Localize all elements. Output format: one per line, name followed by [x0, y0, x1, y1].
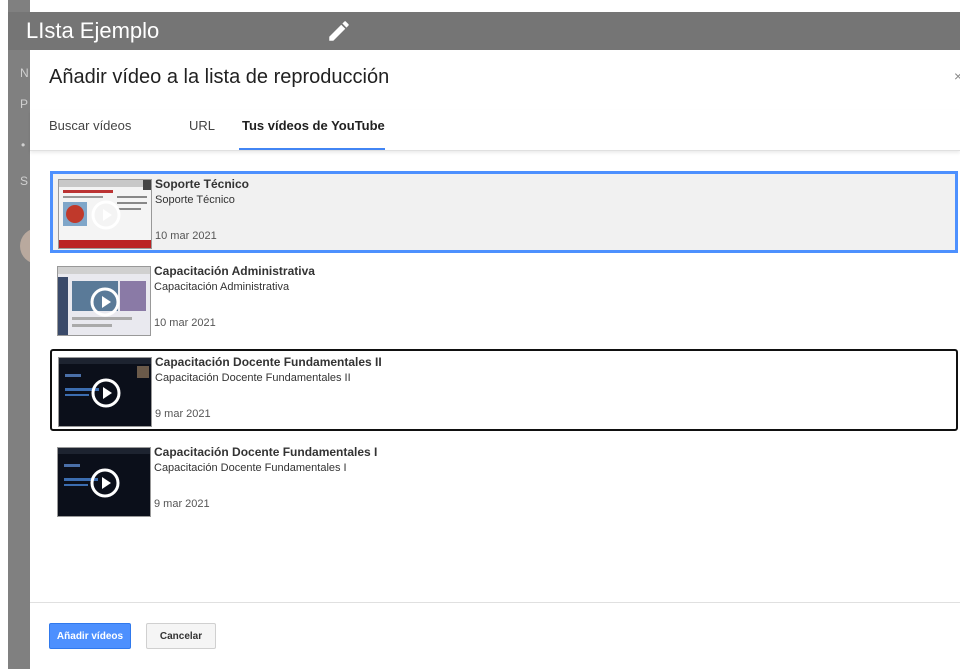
dialog-footer: Añadir vídeos Cancelar — [30, 602, 960, 670]
video-item-capacitacion-administrativa[interactable]: Capacitación Administrativa Capacitación… — [50, 259, 958, 341]
video-description: Capacitación Administrativa — [154, 281, 290, 293]
add-videos-button[interactable]: Añadir vídeos — [49, 623, 131, 649]
video-thumbnail — [57, 447, 151, 517]
video-description: Capacitación Docente Fundamentales II — [155, 372, 351, 384]
close-icon[interactable]: × — [954, 68, 960, 84]
tab-bar: Buscar vídeos URL Tus vídeos de YouTube — [30, 110, 960, 151]
dialog-title: Añadir vídeo a la lista de reproducción — [49, 66, 390, 88]
video-title: Capacitación Administrativa — [154, 264, 315, 278]
video-date: 10 mar 2021 — [154, 317, 216, 329]
play-icon — [91, 378, 121, 408]
background-text: S — [20, 174, 29, 188]
playlist-title: LIsta Ejemplo — [26, 18, 160, 43]
video-date: 10 mar 2021 — [155, 230, 217, 242]
tab-your-youtube-videos[interactable]: Tus vídeos de YouTube — [242, 118, 385, 133]
app-header: LIsta Ejemplo — [8, 12, 960, 50]
background-text: P — [20, 97, 29, 111]
edit-icon[interactable] — [326, 18, 352, 44]
video-description: Capacitación Docente Fundamentales I — [154, 462, 347, 474]
video-item-soporte-tecnico[interactable]: Soporte Técnico Soporte Técnico 10 mar 2… — [50, 171, 958, 253]
video-date: 9 mar 2021 — [155, 408, 211, 420]
video-thumbnail — [57, 266, 151, 336]
add-video-dialog: Añadir vídeo a la lista de reproducción … — [30, 50, 960, 669]
video-thumbnail — [58, 357, 152, 427]
video-title: Capacitación Docente Fundamentales I — [154, 445, 378, 459]
active-tab-indicator — [239, 148, 385, 150]
background-text: • — [21, 138, 26, 152]
cancel-button[interactable]: Cancelar — [146, 623, 216, 649]
play-icon — [91, 200, 121, 230]
video-title: Capacitación Docente Fundamentales II — [155, 355, 382, 369]
play-icon — [90, 468, 120, 498]
background-text: N — [20, 66, 29, 80]
video-item-capacitacion-docente-i[interactable]: Capacitación Docente Fundamentales I Cap… — [50, 440, 958, 522]
video-item-capacitacion-docente-ii[interactable]: Capacitación Docente Fundamentales II Ca… — [50, 349, 958, 431]
tab-url[interactable]: URL — [189, 118, 215, 133]
play-icon — [90, 287, 120, 317]
video-title: Soporte Técnico — [155, 177, 250, 191]
tab-search-videos[interactable]: Buscar vídeos — [49, 118, 131, 133]
video-date: 9 mar 2021 — [154, 498, 210, 510]
video-thumbnail — [58, 179, 152, 249]
video-description: Soporte Técnico — [155, 194, 235, 206]
